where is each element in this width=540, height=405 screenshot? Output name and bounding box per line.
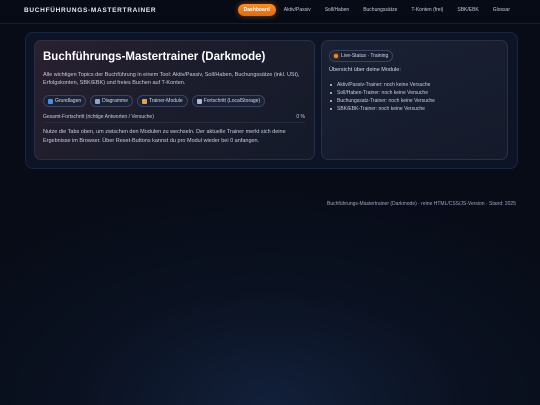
app-brand: BUCHFÜHRUNGS-MASTERTRAINER [24, 7, 157, 14]
chip-diagramme: Diagramme [90, 95, 133, 107]
intro-text: Alle wichtigen Topics der Buchführung in… [43, 72, 300, 86]
list-item: SBK/EBK-Trainer: noch keine Versuche [329, 105, 435, 113]
chip-label: Trainer-Module [148, 98, 183, 104]
footer-text: Buchführungs-Mastertrainer (Darkmode) · … [327, 201, 516, 207]
tab-sbk-ebk[interactable]: SBK/EBK [451, 4, 484, 16]
tab-aktiv-passiv[interactable]: Aktiv/Passiv [278, 4, 317, 16]
live-status-label: Live-Status · Training [341, 53, 389, 59]
module-status-list: Aktiv/Passiv-Trainer: noch keine Versuch… [329, 81, 435, 113]
page-title: Buchführungs-Mastertrainer (Darkmode) [43, 51, 266, 63]
tab-glossar[interactable]: Glossar [487, 4, 516, 16]
tab-dashboard[interactable]: Dashboard [237, 4, 276, 16]
progress-label: Gesamt-Fortschritt (richtige Antworten /… [43, 114, 154, 120]
progress-value: 0 % [296, 114, 305, 120]
top-navigation-bar: BUCHFÜHRUNGS-MASTERTRAINER Dashboard Akt… [0, 0, 540, 24]
progress-bar [43, 122, 305, 123]
chip-label: Fortschritt (LocalStorage) [203, 98, 261, 104]
chip-label: Diagramme [102, 98, 128, 104]
chip-trainer-module: Trainer-Module [136, 95, 188, 107]
list-item: Buchungssatz-Trainer: noch keine Versuch… [329, 97, 435, 105]
main-nav: Dashboard Aktiv/Passiv Soll/Haben Buchun… [237, 4, 516, 16]
chip-fortschritt: Fortschritt (LocalStorage) [191, 95, 266, 107]
list-item: Aktiv/Passiv-Trainer: noch keine Versuch… [329, 81, 435, 89]
live-status-badge: Live-Status · Training [329, 50, 394, 62]
tab-t-konten[interactable]: T-Konten (frei) [405, 4, 449, 16]
topic-chips: Grundlagen Diagramme Trainer-Module Fort… [43, 95, 266, 107]
usage-hint: Nutze die Tabs oben, um zwischen den Mod… [43, 129, 286, 144]
save-icon [196, 98, 202, 104]
tab-soll-haben[interactable]: Soll/Haben [319, 4, 355, 16]
list-item: Soll/Haben-Trainer: noch keine Versuche [329, 89, 435, 97]
tab-buchungssaetze[interactable]: Buchungssätze [357, 4, 403, 16]
chip-label: Grundlagen [55, 98, 82, 104]
overview-title: Übersicht über deine Module: [329, 67, 401, 73]
module-icon [141, 98, 147, 104]
chart-icon [95, 98, 101, 104]
chip-grundlagen: Grundlagen [43, 95, 87, 107]
book-icon [48, 98, 53, 104]
status-dot-icon [334, 54, 338, 58]
